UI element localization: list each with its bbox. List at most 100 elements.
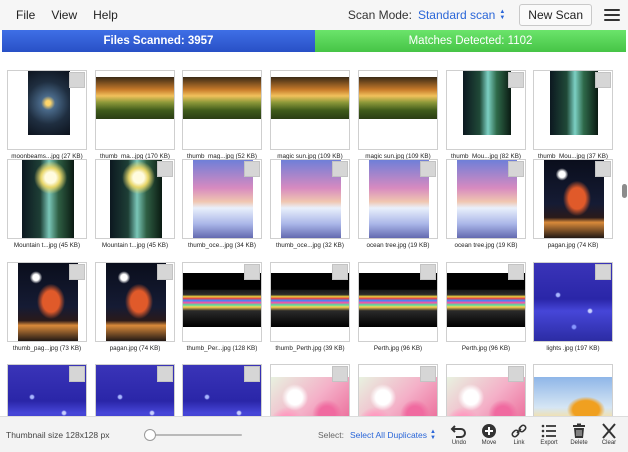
thumbnail-item[interactable]: thumb_Per...jpg (128 KB)	[182, 262, 262, 352]
select-checkbox[interactable]	[420, 161, 436, 177]
thumbnail-item[interactable]: Mountain t...jpg (45 KB)	[7, 159, 87, 249]
thumbnail-frame[interactable]	[7, 262, 87, 342]
menu-view[interactable]: View	[51, 8, 77, 22]
select-checkbox[interactable]	[69, 366, 85, 382]
thumbnail-item[interactable]	[95, 364, 175, 416]
thumbnail-frame[interactable]	[270, 364, 350, 416]
thumbnail-item[interactable]: thumb_ma...jpg (170 KB)	[95, 70, 175, 160]
thumbnail-frame[interactable]	[7, 70, 87, 150]
thumbnail-frame[interactable]	[182, 70, 262, 150]
thumbnail-frame[interactable]	[95, 262, 175, 342]
thumbnail-frame[interactable]	[533, 70, 613, 150]
undo-button[interactable]: Undo	[448, 423, 470, 446]
thumbnail-item[interactable]: thumb_mag...jpg (52 KB)	[182, 70, 262, 160]
thumbnail-item[interactable]: thumb_Mou...jpg (37 KB)	[533, 70, 613, 160]
link-button[interactable]: Link	[508, 423, 530, 446]
thumbnail-item[interactable]: Perth.jpg (96 KB)	[358, 262, 438, 352]
thumbnail-frame[interactable]	[446, 262, 526, 342]
select-checkbox[interactable]	[332, 264, 348, 280]
select-checkbox[interactable]	[332, 161, 348, 177]
select-checkbox[interactable]	[244, 161, 260, 177]
select-checkbox[interactable]	[69, 72, 85, 88]
clear-button[interactable]: Clear	[598, 423, 620, 446]
thumbnail-item[interactable]	[182, 364, 262, 416]
thumbnail-item[interactable]: thumb_oce...jpg (32 KB)	[270, 159, 350, 249]
thumbnail-item[interactable]: lights .jpg (197 KB)	[533, 262, 613, 352]
hamburger-icon[interactable]	[604, 9, 620, 21]
thumbnail-item[interactable]: magic sun.jpg (109 KB)	[358, 70, 438, 160]
select-dropdown[interactable]: Select All Duplicates ▲ ▼	[350, 429, 436, 441]
thumbnail-frame[interactable]	[270, 159, 350, 239]
thumbnail-item[interactable]	[533, 364, 613, 416]
select-checkbox[interactable]	[508, 72, 524, 88]
thumbnail-frame[interactable]	[182, 364, 262, 416]
thumbnail-frame[interactable]	[446, 159, 526, 239]
thumbnail-frame[interactable]	[446, 70, 526, 150]
select-checkbox[interactable]	[157, 264, 173, 280]
thumbnail-frame[interactable]	[95, 70, 175, 150]
thumbnail-frame[interactable]	[95, 364, 175, 416]
thumbnail-item[interactable]: pagan.jpg (74 KB)	[533, 159, 613, 249]
thumbnail-size-slider[interactable]	[144, 428, 242, 441]
thumbnail-frame[interactable]	[358, 159, 438, 239]
select-checkbox[interactable]	[420, 366, 436, 382]
thumbnail-frame[interactable]	[446, 364, 526, 416]
thumbnail-caption: pagan.jpg (74 KB)	[109, 345, 161, 352]
thumbnail-frame[interactable]	[533, 364, 613, 416]
export-label: Export	[540, 440, 558, 446]
select-checkbox[interactable]	[420, 264, 436, 280]
select-checkbox[interactable]	[332, 366, 348, 382]
thumbnail-item[interactable]: ocean tree.jpg (19 KB)	[446, 159, 526, 249]
thumbnail-frame[interactable]	[270, 70, 350, 150]
delete-button[interactable]: Delete	[568, 423, 590, 446]
thumbnail-item[interactable]	[446, 364, 526, 416]
thumbnail-item[interactable]: Mountain t...jpg (45 KB)	[95, 159, 175, 249]
select-checkbox[interactable]	[595, 72, 611, 88]
thumbnail-frame[interactable]	[270, 262, 350, 342]
menu-file[interactable]: File	[16, 8, 35, 22]
thumbnail-item[interactable]: magic sun.jpg (109 KB)	[270, 70, 350, 160]
thumbnail-item[interactable]: thumb_Mou...jpg (82 KB)	[446, 70, 526, 160]
thumbnail-caption: Perth.jpg (96 KB)	[461, 345, 511, 352]
select-checkbox[interactable]	[244, 366, 260, 382]
thumbnail-item[interactable]: ocean tree.jpg (19 KB)	[358, 159, 438, 249]
select-checkbox[interactable]	[508, 264, 524, 280]
thumbnail-item[interactable]: thumb_pag...jpg (73 KB)	[7, 262, 87, 352]
thumbnail-frame[interactable]	[182, 262, 262, 342]
thumbnail-frame[interactable]	[533, 159, 613, 239]
slider-knob[interactable]	[144, 428, 156, 441]
thumbnail-item[interactable]	[7, 364, 87, 416]
scrollbar[interactable]	[616, 52, 628, 416]
select-checkbox[interactable]	[157, 161, 173, 177]
move-button[interactable]: Move	[478, 423, 500, 446]
select-checkbox[interactable]	[595, 161, 611, 177]
thumbnail-item[interactable]: thumb_oce...jpg (34 KB)	[182, 159, 262, 249]
thumbnail-image	[183, 273, 261, 327]
export-button[interactable]: Export	[538, 423, 560, 446]
select-checkbox[interactable]	[157, 366, 173, 382]
scan-mode-select[interactable]: Standard scan ▲ ▼	[418, 8, 505, 22]
thumbnail-frame[interactable]	[95, 159, 175, 239]
thumbnail-item[interactable]: Perth.jpg (96 KB)	[446, 262, 526, 352]
thumbnail-frame[interactable]	[533, 262, 613, 342]
thumbnail-image	[28, 71, 70, 135]
thumbnail-frame[interactable]	[7, 159, 87, 239]
thumbnail-item[interactable]	[358, 364, 438, 416]
select-checkbox[interactable]	[508, 161, 524, 177]
thumbnail-frame[interactable]	[358, 364, 438, 416]
select-checkbox[interactable]	[244, 264, 260, 280]
select-checkbox[interactable]	[69, 264, 85, 280]
select-checkbox[interactable]	[595, 264, 611, 280]
thumbnail-frame[interactable]	[182, 159, 262, 239]
thumbnail-item[interactable]: pagan.jpg (74 KB)	[95, 262, 175, 352]
thumbnail-item[interactable]: moonbeams...jpg (27 KB)	[7, 70, 87, 160]
new-scan-button[interactable]: New Scan	[519, 4, 592, 26]
thumbnail-item[interactable]: thumb_Perth.jpg (39 KB)	[270, 262, 350, 352]
thumbnail-frame[interactable]	[358, 70, 438, 150]
thumbnail-item[interactable]	[270, 364, 350, 416]
menu-help[interactable]: Help	[93, 8, 118, 22]
thumbnail-frame[interactable]	[358, 262, 438, 342]
thumbnail-frame[interactable]	[7, 364, 87, 416]
scrollbar-thumb[interactable]	[622, 184, 627, 198]
select-checkbox[interactable]	[508, 366, 524, 382]
